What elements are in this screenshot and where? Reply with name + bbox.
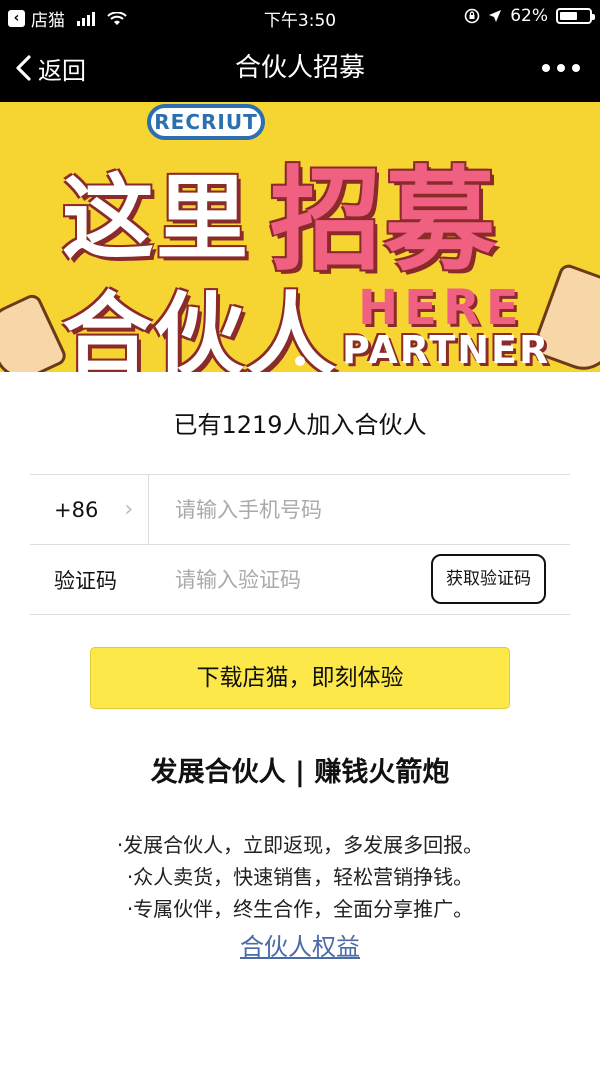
- page-title: 合伙人招募: [234, 53, 365, 83]
- partner-rights-link[interactable]: 合伙人权益: [240, 927, 360, 962]
- partner-count-text: 已有1219人加入合伙人: [173, 411, 427, 439]
- banner-text-partner-cn: 合伙人: [62, 283, 338, 372]
- carousel-indicator: [295, 356, 305, 366]
- more-menu-icon[interactable]: [542, 64, 580, 72]
- location-arrow-icon: [489, 10, 502, 22]
- signup-form: +86 › 验证码 获取验证码: [30, 474, 570, 615]
- country-code: +86: [54, 497, 99, 522]
- recruit-banner[interactable]: RECRIUT 这里 招募 合伙人 HERE PARTNER: [0, 102, 600, 372]
- nav-bar: 返回 合伙人招募: [0, 34, 600, 102]
- rotation-lock-icon: [464, 8, 480, 24]
- country-code-selector[interactable]: +86 ›: [30, 475, 149, 544]
- phone-row: +86 ›: [30, 475, 570, 545]
- verification-code-input[interactable]: [173, 566, 427, 593]
- status-right: 62%: [464, 6, 595, 26]
- get-code-button[interactable]: 获取验证码: [431, 554, 546, 604]
- chevron-right-icon: ›: [124, 497, 134, 522]
- recruit-badge: RECRIUT: [147, 104, 265, 140]
- battery-percent: 62%: [510, 6, 548, 26]
- phone-input[interactable]: [173, 496, 557, 523]
- status-bar: ‹ 店猫 下午3:50 62%: [0, 0, 600, 34]
- benefit-list: ·发展合伙人，立即返现，多发展多回报。 ·众人卖货，快速销售，轻松营销挣钱。 ·…: [0, 829, 600, 962]
- download-button[interactable]: 下载店猫，即刻体验: [90, 647, 510, 709]
- benefit-item: ·专属伙伴，终生合作，全面分享推广。: [126, 897, 474, 921]
- section-headline: 发展合伙人 | 赚钱火箭炮: [150, 757, 450, 788]
- benefit-item: ·发展合伙人，立即返现，多发展多回报。: [116, 833, 484, 857]
- banner-text-partner-en: PARTNER: [342, 328, 551, 372]
- code-row: 验证码 获取验证码: [30, 545, 570, 615]
- benefit-item: ·众人卖货，快速销售，轻松营销挣钱。: [126, 865, 474, 889]
- banner-text-here-cn: 这里: [62, 165, 251, 272]
- battery-icon: [556, 8, 595, 24]
- hand-left-illustration: [0, 291, 69, 372]
- code-label: 验证码: [54, 568, 117, 593]
